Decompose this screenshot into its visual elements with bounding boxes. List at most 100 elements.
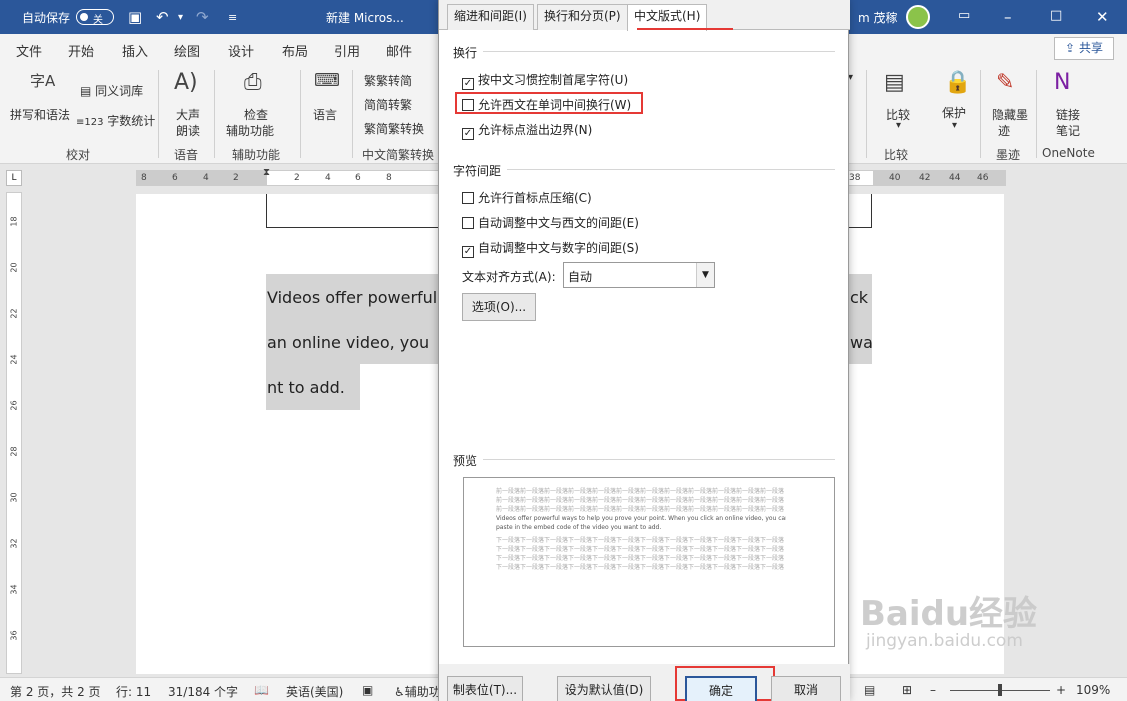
vertical-ruler[interactable]: 18 20 22 24 26 28 30 32 34 36 xyxy=(6,192,22,674)
save-icon[interactable]: ▣ xyxy=(128,8,142,26)
preview-box: 前一段落前一段落前一段落前一段落前一段落前一段落前一段落前一段落前一段落前一段落… xyxy=(463,477,835,647)
word-count-indicator[interactable]: 31/184 个字 xyxy=(168,683,238,700)
option-western-wrap[interactable]: 允许西文在单词中间换行(W) xyxy=(462,96,631,113)
ruler-number: 6 xyxy=(355,173,361,183)
paragraph-line[interactable]: nt to add. xyxy=(267,378,345,397)
tab-design[interactable]: 设计 xyxy=(228,41,254,60)
line-indicator[interactable]: 行: 11 xyxy=(116,683,151,700)
trad-to-simp-button[interactable]: 繁繁转简 xyxy=(364,72,412,89)
read-aloud-icon: A) xyxy=(174,70,198,95)
word-count-button[interactable]: ≡123 字数统计 xyxy=(76,112,155,129)
tab-references[interactable]: 引用 xyxy=(334,41,360,60)
protect-button[interactable]: 保护 xyxy=(942,104,966,121)
thesaurus-button[interactable]: ▤ 同义词库 xyxy=(80,82,143,99)
spelling-button[interactable]: 拼写和语法 xyxy=(10,106,70,123)
language-button[interactable]: 语言 xyxy=(313,106,337,123)
linked-notes-label-1[interactable]: 链接 xyxy=(1056,106,1080,123)
read-aloud-label-2[interactable]: 朗读 xyxy=(176,122,200,139)
macro-icon[interactable]: ▣ xyxy=(362,683,373,697)
tab-insert[interactable]: 插入 xyxy=(122,41,148,60)
zoom-level[interactable]: 109% xyxy=(1076,683,1110,697)
text-alignment-select[interactable]: 自动 ▼ xyxy=(563,262,715,288)
minimize-icon[interactable]: – xyxy=(1004,8,1012,26)
undo-icon[interactable]: ↶ xyxy=(156,8,169,26)
linked-notes-label-2[interactable]: 笔记 xyxy=(1056,122,1080,139)
indent-marker-icon[interactable]: ⧗ xyxy=(263,167,270,178)
accessibility-indicator[interactable]: ♿辅助功 xyxy=(394,683,441,700)
cn-west-checkbox[interactable] xyxy=(462,217,474,229)
convert-label: 简繁转换 xyxy=(376,122,425,136)
cn-num-checkbox[interactable]: ✓ xyxy=(462,246,474,258)
print-layout-icon[interactable]: ▤ xyxy=(864,683,875,697)
tab-mailings[interactable]: 邮件 xyxy=(386,41,412,60)
page-indicator[interactable]: 第 2 页，共 2 页 xyxy=(10,683,101,700)
tab-line-page-breaks[interactable]: 换行和分页(P) xyxy=(537,4,628,30)
option-cn-west-spacing[interactable]: 自动调整中文与西文的间距(E) xyxy=(462,214,639,231)
autosave-label: 自动保存 xyxy=(22,11,71,25)
preview-prev-paragraph: 前一段落前一段落前一段落前一段落前一段落前一段落前一段落前一段落前一段落前一段落… xyxy=(496,506,785,513)
ruler-number: 6 xyxy=(172,173,178,183)
ruler-number: 2 xyxy=(233,173,239,183)
autosave-toggle[interactable]: 关 xyxy=(76,9,114,26)
paragraph-line[interactable]: wa xyxy=(850,333,873,352)
option-cn-num-spacing[interactable]: ✓ 自动调整中文与数字的间距(S) xyxy=(462,239,639,258)
preview-next-paragraph: 下一段落下一段落下一段落下一段落下一段落下一段落下一段落下一段落下一段落下一段落… xyxy=(496,564,785,571)
tab-indents-spacing[interactable]: 缩进和间距(I) xyxy=(447,4,534,30)
language-indicator[interactable]: 英语(美国) xyxy=(286,683,343,700)
share-button[interactable]: ⇪ 共享 xyxy=(1054,37,1114,60)
maximize-icon[interactable]: □ xyxy=(1050,8,1062,23)
web-layout-icon[interactable]: ⊞ xyxy=(902,683,912,697)
compare-icon: ▤ xyxy=(884,70,905,95)
punct-overflow-checkbox[interactable]: ✓ xyxy=(462,128,474,140)
tabs-button[interactable]: 制表位(T)... xyxy=(447,676,523,701)
zoom-in-icon[interactable]: + xyxy=(1056,683,1066,697)
tab-file[interactable]: 文件 xyxy=(16,41,42,60)
hide-ink-label-1[interactable]: 隐藏墨 xyxy=(992,106,1028,123)
simp-to-trad-button[interactable]: 简简转繁 xyxy=(364,96,412,113)
user-name[interactable]: m 茂稼 xyxy=(858,9,898,26)
proofing-icon[interactable]: 📖 xyxy=(254,683,269,697)
western-wrap-checkbox[interactable] xyxy=(462,99,474,111)
paragraph-line[interactable]: ck xyxy=(850,288,868,307)
ok-button[interactable]: 确定 xyxy=(685,676,757,701)
read-aloud-label-1[interactable]: 大声 xyxy=(176,106,200,123)
kinsoku-checkbox[interactable]: ✓ xyxy=(462,78,474,90)
option-compress[interactable]: 允许行首标点压缩(C) xyxy=(462,189,592,206)
zoom-out-icon[interactable]: – xyxy=(930,683,936,697)
option-kinsoku[interactable]: ✓ 按中文习惯控制首尾字符(U) xyxy=(462,71,628,90)
convert-button[interactable]: 繁简繁转换 xyxy=(364,120,424,137)
paragraph-line[interactable]: an online video, you xyxy=(267,333,429,352)
paragraph-line[interactable]: Videos offer powerful xyxy=(267,288,437,307)
undo-dropdown-icon[interactable]: ▾ xyxy=(178,12,183,23)
preview-sample-paragraph: Videos offer powerful ways to help you p… xyxy=(496,515,786,522)
customize-toolbar-icon[interactable]: ≡ xyxy=(228,11,237,24)
cancel-button[interactable]: 取消 xyxy=(771,676,841,701)
check-label-1[interactable]: 检查 xyxy=(244,106,268,123)
tab-draw[interactable]: 绘图 xyxy=(174,41,200,60)
redo-icon[interactable]: ↷ xyxy=(196,8,209,26)
avatar[interactable] xyxy=(906,5,930,29)
tab-selector[interactable]: L xyxy=(6,170,22,186)
ribbon-display-icon[interactable]: ▭ xyxy=(958,8,970,23)
close-icon[interactable]: ✕ xyxy=(1096,8,1109,26)
ruler-number: 18 xyxy=(9,216,19,227)
tab-layout[interactable]: 布局 xyxy=(282,41,308,60)
set-default-button[interactable]: 设为默认值(D) xyxy=(557,676,651,701)
preview-prev-paragraph: 前一段落前一段落前一段落前一段落前一段落前一段落前一段落前一段落前一段落前一段落… xyxy=(496,497,785,504)
western-wrap-label: 允许西文在单词中间换行(W) xyxy=(478,98,632,112)
ribbon-separator xyxy=(1036,70,1037,158)
chevron-down-icon[interactable]: ▾ xyxy=(896,120,901,131)
cn-num-label: 自动调整中文与数字的间距(S) xyxy=(478,241,639,255)
compress-checkbox[interactable] xyxy=(462,192,474,204)
options-button[interactable]: 选项(O)... xyxy=(462,293,536,321)
option-punct-overflow[interactable]: ✓ 允许标点溢出边界(N) xyxy=(462,121,592,140)
tab-asian-typography[interactable]: 中文版式(H) xyxy=(627,4,708,31)
chevron-down-icon[interactable]: ▼ xyxy=(696,263,714,287)
thesaurus-label: 同义词库 xyxy=(95,84,144,98)
check-label-2[interactable]: 辅助功能 xyxy=(226,122,274,139)
tab-home[interactable]: 开始 xyxy=(68,41,94,60)
hide-ink-label-2[interactable]: 迹 xyxy=(998,122,1010,139)
chevron-down-icon[interactable]: ▾ xyxy=(952,120,957,131)
ruler-number: 38 xyxy=(849,173,861,183)
zoom-slider-handle[interactable] xyxy=(998,684,1002,696)
